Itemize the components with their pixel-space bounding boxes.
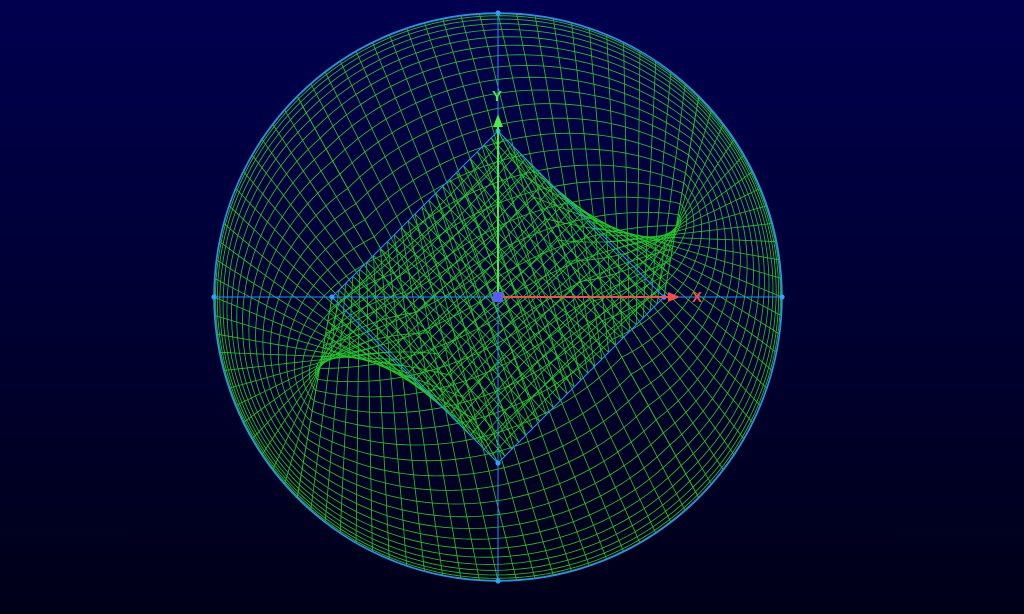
radial-grid-line bbox=[649, 123, 724, 284]
radial-grid-line bbox=[497, 12, 582, 381]
ring-grid-line bbox=[630, 163, 719, 375]
origin-marker bbox=[493, 292, 503, 302]
radial-grid-line bbox=[339, 60, 520, 443]
block-vertex bbox=[495, 10, 501, 16]
ring-grid-line bbox=[277, 219, 366, 431]
radial-grid-line bbox=[490, 137, 686, 511]
block-vertex bbox=[495, 578, 501, 584]
radial-grid-line bbox=[525, 158, 745, 440]
ring-grid-line bbox=[222, 112, 307, 489]
block-vertex bbox=[779, 294, 785, 300]
radial-grid-line bbox=[476, 151, 657, 534]
mesh-canvas bbox=[211, 10, 785, 584]
x-axis-label: X bbox=[692, 289, 703, 306]
y-axis-arrowhead bbox=[493, 114, 503, 127]
radial-grid-line bbox=[642, 60, 657, 318]
radial-grid-line bbox=[406, 27, 547, 415]
block-vertex bbox=[495, 460, 501, 466]
radial-grid-line bbox=[251, 154, 471, 436]
ring-grid-line bbox=[689, 105, 774, 482]
ring-grid-line bbox=[293, 254, 385, 412]
radial-grid-line bbox=[608, 223, 773, 243]
block-vertex bbox=[329, 294, 335, 300]
radial-grid-line bbox=[272, 310, 347, 471]
radial-grid-line bbox=[456, 172, 608, 560]
ring-grid-line bbox=[248, 160, 333, 463]
radial-grid-line bbox=[310, 83, 506, 457]
y-axis-label: Y bbox=[492, 88, 503, 105]
radial-grid-line bbox=[223, 351, 388, 371]
block-vertex bbox=[211, 294, 217, 300]
ring-grid-line bbox=[663, 131, 748, 434]
radial-grid-line bbox=[428, 200, 536, 579]
ring-grid-line bbox=[611, 182, 703, 340]
radial-grid-line bbox=[449, 179, 590, 567]
radial-grid-line bbox=[339, 276, 354, 534]
ring-grid-line bbox=[226, 119, 311, 486]
mesh-viewport[interactable]: X Y bbox=[0, 0, 1024, 614]
radial-grid-line bbox=[414, 213, 499, 582]
